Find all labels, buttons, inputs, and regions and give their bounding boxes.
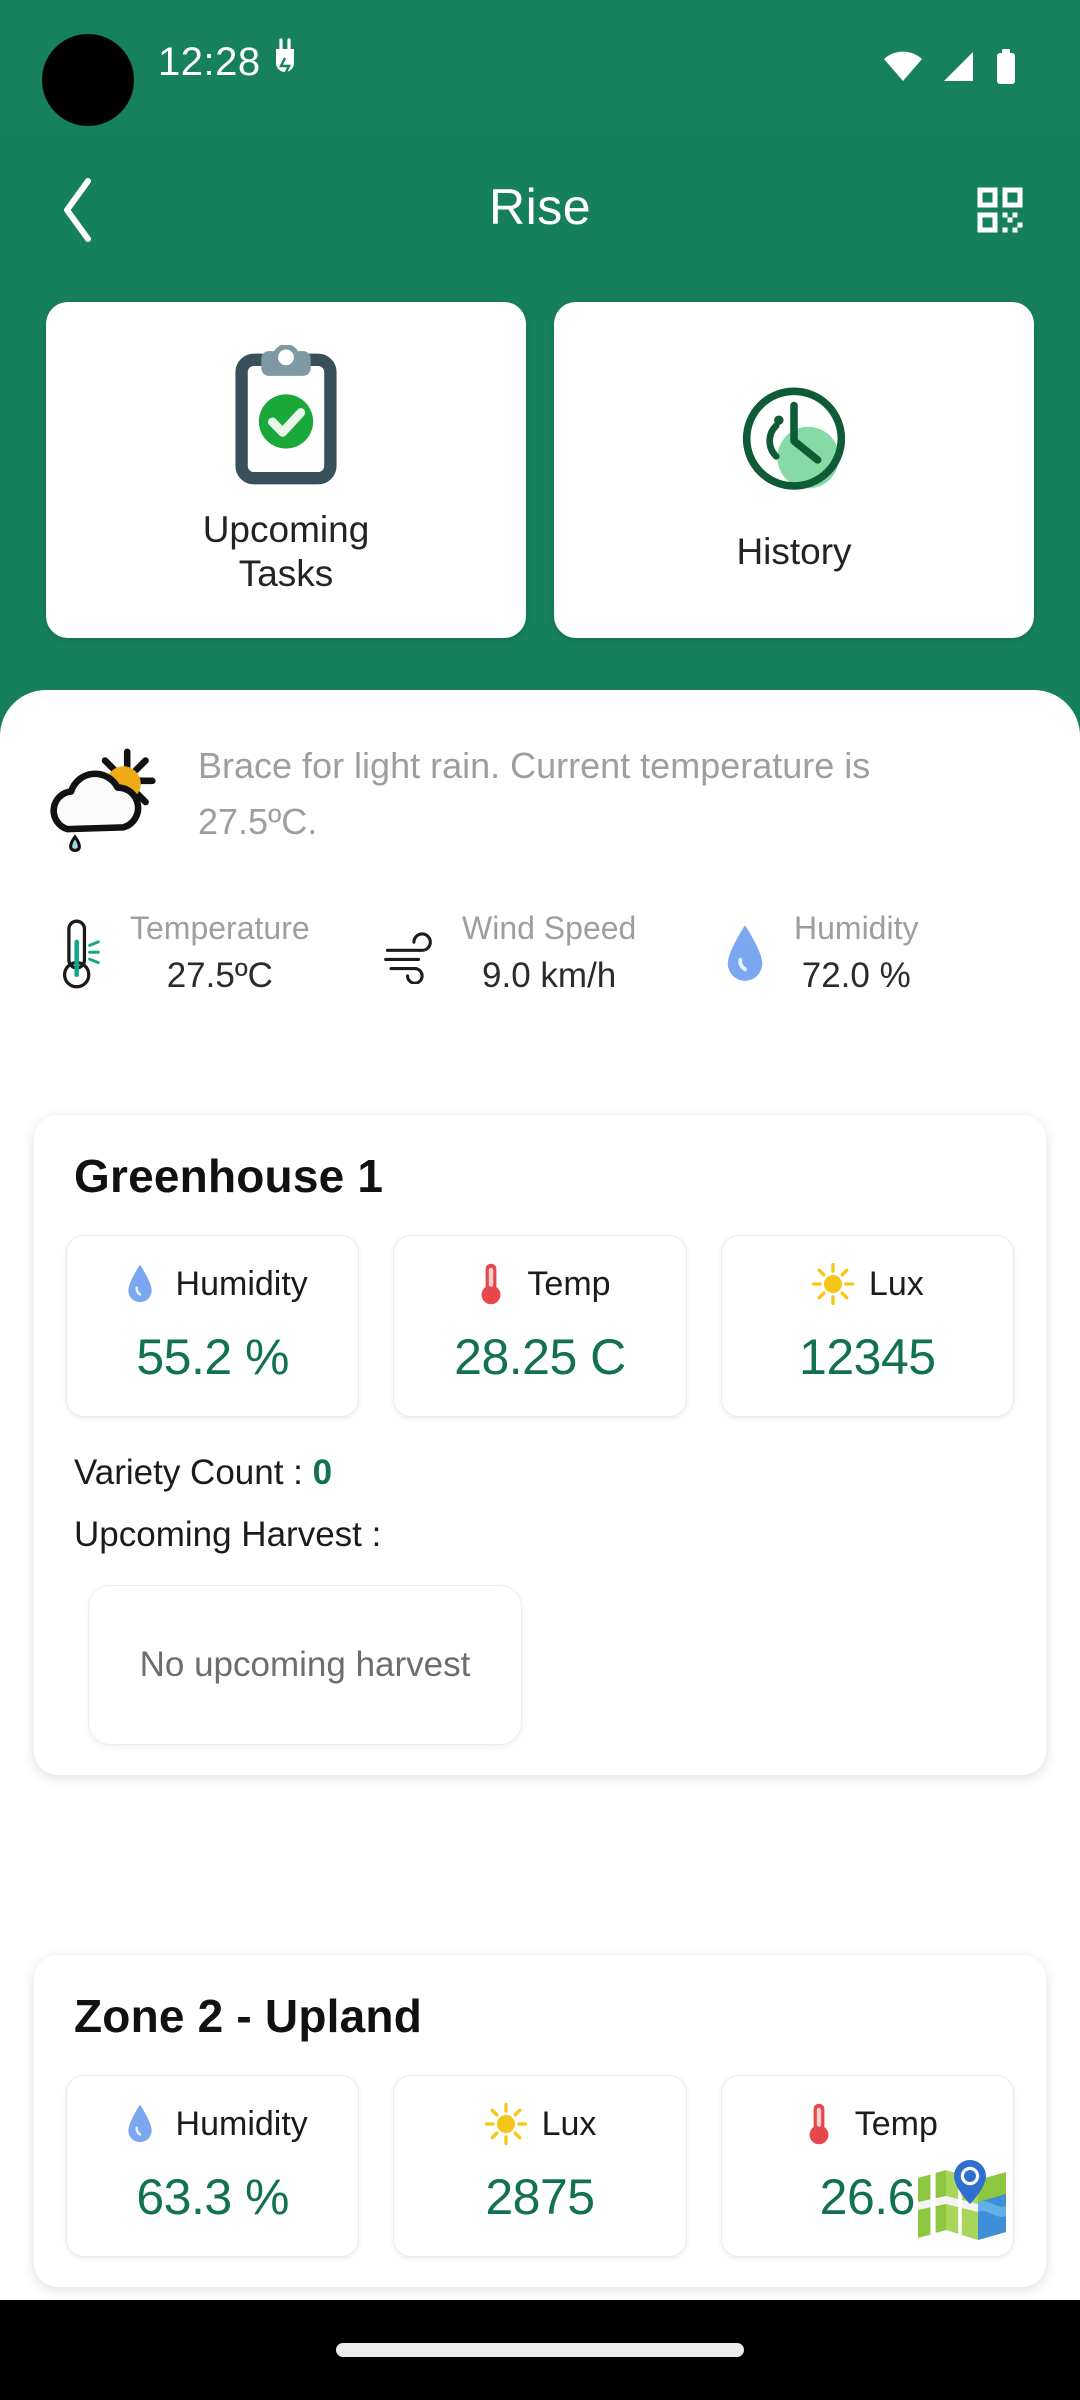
status-bar: 12:28 xyxy=(0,0,1080,130)
metric-value: 63.3 % xyxy=(136,2169,289,2225)
content-sheet: Brace for light rain. Current temperatur… xyxy=(0,690,1080,2352)
system-navigation-bar xyxy=(0,2300,1080,2400)
metric-label: Temp xyxy=(854,2104,938,2143)
upcoming-tasks-card[interactable]: Upcoming Tasks xyxy=(46,302,526,638)
weather-metric-temperature-label: Temperature xyxy=(130,910,310,946)
upcoming-tasks-label-line1: Upcoming xyxy=(202,509,370,551)
metric-value: 2875 xyxy=(485,2169,595,2225)
gesture-home-pill[interactable] xyxy=(336,2343,744,2357)
metric-label: Temp xyxy=(527,1264,611,1303)
metric-card-lux[interactable]: Lux 2875 xyxy=(393,2075,687,2257)
metric-card-humidity[interactable]: Humidity 55.2 % xyxy=(66,1235,360,1417)
zone-card-zone-2-upland[interactable]: Zone 2 - Upland Humidity 63.3 % Lux 2875… xyxy=(34,1955,1046,2287)
cellular-signal-icon xyxy=(940,50,978,89)
weather-metric-temperature-value: 27.5ºC xyxy=(166,956,273,995)
quick-actions-row: Upcoming Tasks History xyxy=(46,302,1034,638)
upcoming-harvest-label: Upcoming Harvest : xyxy=(74,1515,382,1554)
qr-code-icon xyxy=(970,180,1030,245)
metric-card-humidity[interactable]: Humidity 63.3 % xyxy=(66,2075,360,2257)
battery-icon xyxy=(994,48,1018,91)
weather-summary-text: Brace for light rain. Current temperatur… xyxy=(198,745,871,842)
metric-value: 28.25 C xyxy=(454,1329,626,1385)
page-title: Rise xyxy=(488,179,592,235)
battery-saver-icon xyxy=(270,38,300,92)
water-drop-icon xyxy=(708,921,782,987)
metric-value: 55.2 % xyxy=(136,1329,289,1385)
metric-value: 26.6 xyxy=(819,2169,916,2225)
metric-value: 12345 xyxy=(799,1329,936,1385)
zone-metrics-row: Humidity 63.3 % Lux 2875 Temp 26.6 xyxy=(60,2075,1020,2257)
sun-icon xyxy=(484,2102,528,2146)
metric-label: Lux xyxy=(541,2104,597,2143)
variety-count-line: Variety Count : 0 xyxy=(74,1453,1020,1493)
status-bar-clock: 12:28 xyxy=(158,40,261,84)
history-card[interactable]: History xyxy=(554,302,1034,638)
phone-screen: 12:28 Rise Upcoming Tasks History Brace … xyxy=(0,0,1080,2400)
weather-metric-humidity-value: 72.0 % xyxy=(801,956,911,995)
water-drop-icon xyxy=(118,1262,162,1306)
weather-metric-wind: Wind Speed 9.0 km/h xyxy=(376,908,708,999)
weather-metric-temperature: Temperature 27.5ºC xyxy=(44,908,376,999)
weather-metric-humidity-label: Humidity xyxy=(794,910,919,946)
thermometer-icon xyxy=(797,2102,841,2146)
zone-title: Zone 2 - Upland xyxy=(74,1990,422,2042)
cloud-sun-rain-icon xyxy=(44,730,172,867)
zone-metrics-row: Humidity 55.2 % Temp 28.25 C Lux 12345 xyxy=(60,1235,1020,1417)
metric-card-lux[interactable]: Lux 12345 xyxy=(720,1235,1014,1417)
camera-punch-hole xyxy=(42,34,134,126)
upcoming-tasks-label-line2: Tasks xyxy=(238,553,334,594)
wifi-icon xyxy=(882,50,924,89)
variety-count-label: Variety Count : xyxy=(74,1453,313,1492)
zone-title: Greenhouse 1 xyxy=(74,1150,384,1202)
weather-metric-humidity: Humidity 72.0 % xyxy=(708,908,1040,999)
metric-label: Humidity xyxy=(175,2104,308,2143)
zone-card-greenhouse-1[interactable]: Greenhouse 1 Humidity 55.2 % Temp 28.25 … xyxy=(34,1115,1046,1775)
weather-metric-wind-label: Wind Speed xyxy=(462,910,637,946)
status-bar-icons xyxy=(882,48,1018,91)
clock-history-icon xyxy=(723,366,865,516)
sun-icon xyxy=(811,1262,855,1306)
no-upcoming-harvest-chip: No upcoming harvest xyxy=(88,1585,522,1745)
map-location-icon xyxy=(910,2150,1014,2259)
metric-card-temp[interactable]: Temp 28.25 C xyxy=(393,1235,687,1417)
wind-icon xyxy=(376,924,450,984)
map-floating-button[interactable] xyxy=(908,2150,1016,2258)
thermometer-icon xyxy=(44,916,118,992)
metric-label: Lux xyxy=(868,1264,924,1303)
app-bar: Rise xyxy=(0,150,1080,270)
history-label: History xyxy=(736,531,852,573)
qr-scan-button[interactable] xyxy=(960,172,1040,252)
thermometer-icon xyxy=(469,1262,513,1306)
no-upcoming-harvest-text: No upcoming harvest xyxy=(139,1645,471,1684)
weather-summary: Brace for light rain. Current temperatur… xyxy=(44,730,1034,867)
water-drop-icon xyxy=(118,2102,162,2146)
weather-metric-wind-value: 9.0 km/h xyxy=(482,956,617,995)
upcoming-tasks-label: Upcoming Tasks xyxy=(203,508,370,595)
variety-count-value: 0 xyxy=(312,1453,333,1492)
clipboard-check-icon xyxy=(220,344,352,494)
metric-label: Humidity xyxy=(175,1264,308,1303)
weather-metrics-row: Temperature 27.5ºC Wind Speed 9.0 km/h H… xyxy=(44,908,1040,999)
